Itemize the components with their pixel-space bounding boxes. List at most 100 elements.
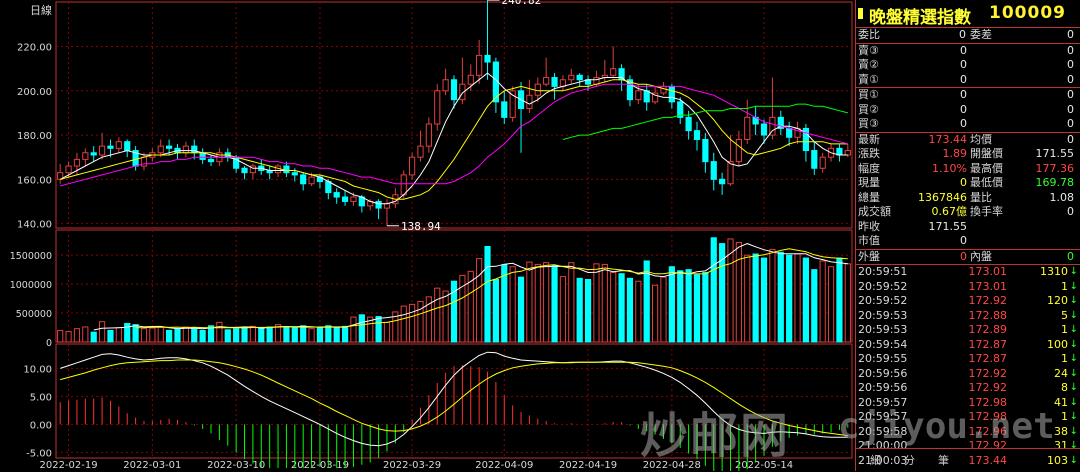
tick-row: 20:59:53 172.89 1 ↓	[856, 323, 1080, 338]
tick-row: 20:59:53 172.88 5 ↓	[856, 309, 1080, 324]
candle-body	[551, 77, 558, 87]
volume-bar	[484, 245, 491, 343]
volume-bar	[601, 263, 608, 343]
tick-volume: 41	[1054, 395, 1068, 409]
down-arrow-icon: ↓	[1069, 353, 1078, 364]
buy-price: 0	[960, 117, 967, 130]
volume-bar	[476, 258, 483, 343]
candle-body	[325, 181, 332, 194]
change-value: 1.89	[942, 147, 968, 160]
volume-tick-label: 1500000	[10, 251, 52, 262]
buy-row: 買① 0 0	[856, 88, 1080, 103]
buy-price: 0	[960, 102, 967, 116]
volume-bar	[811, 269, 818, 343]
avg-label: 均價	[970, 132, 992, 146]
volume-bar	[266, 326, 273, 343]
volume-bar	[182, 326, 189, 343]
volume-bar	[383, 321, 391, 343]
volume-bar	[593, 263, 600, 343]
weibi-value: 0	[959, 28, 966, 41]
tick-volume: 38	[1054, 424, 1068, 438]
candle-body	[576, 74, 583, 81]
tick-price: 172.92	[968, 381, 1008, 394]
price-panel-frame	[55, 1, 853, 229]
sell-level-label: 賣①	[858, 72, 879, 86]
candle-body	[760, 123, 768, 136]
tick-price: 173.01	[968, 265, 1008, 278]
tick-row: 20:59:52 173.01 1 ↓	[856, 280, 1080, 295]
candle-body	[450, 79, 458, 101]
candle-body	[191, 145, 198, 154]
tick-volume: 5	[1061, 308, 1068, 322]
volume-bar	[98, 321, 106, 343]
candle-body	[702, 138, 709, 163]
volume-bar	[576, 277, 583, 343]
volume-bar	[57, 329, 64, 343]
low-value: 169.78	[1035, 176, 1075, 189]
macd-tick-label: -5.00	[26, 448, 52, 459]
candle-body	[660, 85, 667, 94]
down-arrow-icon: ↓	[1069, 367, 1078, 379]
candle-body	[375, 200, 382, 209]
totalvol-label: 總量	[858, 190, 880, 204]
volume-bar	[249, 325, 257, 343]
candle-body	[400, 174, 407, 196]
volume-bar	[82, 326, 89, 343]
candle-body	[90, 152, 97, 156]
candle-body	[115, 141, 122, 149]
inner-label: 內盤	[970, 249, 992, 263]
buy-volume: 0	[1067, 117, 1074, 130]
tick-volume: 24	[1054, 366, 1068, 380]
candle-body	[710, 161, 717, 180]
volume-bar	[174, 328, 181, 343]
price-tick-label: 220.00	[17, 43, 52, 54]
date-tick-label: 2022-04-09	[475, 460, 533, 471]
tick-row: 20:59:51 173.01 1310 ↓	[856, 265, 1080, 280]
candle-body	[735, 138, 742, 163]
candle-body	[283, 165, 290, 174]
date-tick-label: 2022-03-01	[123, 460, 181, 471]
down-arrow-icon: ↓	[1069, 338, 1078, 350]
curvol-value: 0	[960, 176, 967, 189]
candle-body	[568, 74, 575, 81]
weibi-section: 委比 0 委差 0	[856, 28, 1080, 44]
buy-level-label: 買①	[858, 88, 879, 101]
candle-body	[643, 90, 650, 103]
down-arrow-icon: ↓	[1069, 295, 1078, 306]
candle-body	[434, 90, 441, 125]
volume-bar	[333, 327, 340, 343]
curvol-label: 現量	[858, 176, 880, 189]
tick-price: 173.01	[968, 279, 1008, 293]
weicha-label: 委差	[970, 28, 992, 41]
candle-body	[693, 130, 701, 140]
candle-body	[98, 145, 106, 156]
volume-bar	[316, 327, 324, 343]
volume-bar	[107, 329, 114, 343]
turnover-value: 0	[1067, 205, 1074, 218]
tick-row: 20:59:55 172.87 1 ↓	[856, 352, 1080, 367]
tab-minute[interactable]: 分	[904, 452, 915, 468]
tab-detail[interactable]: 細	[870, 452, 881, 468]
sell-price: 0	[960, 43, 967, 57]
down-arrow-icon: ↓	[1069, 324, 1078, 335]
volume-bar	[819, 260, 826, 343]
quote-panel: 晚盤精選指數 100009 委比 0 委差 0 賣③ 0 0 賣② 0 0 賣① 0 0 買① 0…	[855, 0, 1080, 471]
volume-bar	[660, 276, 667, 343]
volume-bar	[836, 257, 843, 343]
watermark-text: 炒邮网	[640, 408, 791, 464]
watermark-url: cjiyou.net	[838, 406, 1055, 447]
volume-bar	[409, 303, 416, 343]
index-name: 晚盤精選指數	[869, 8, 971, 28]
buy-volume: 0	[1067, 88, 1074, 101]
volume-bar	[677, 270, 684, 343]
volume-bar	[509, 266, 516, 343]
tab-trades[interactable]: 筆	[938, 452, 949, 468]
sell-volume: 0	[1067, 72, 1074, 86]
candle-body	[350, 196, 357, 202]
outer-value: 0	[960, 249, 967, 263]
volume-bar	[341, 325, 349, 343]
candle-body	[836, 147, 843, 156]
volume-tick-label: 0	[46, 338, 52, 349]
open-value: 171.55	[1035, 147, 1075, 160]
volume-bar	[693, 274, 701, 343]
